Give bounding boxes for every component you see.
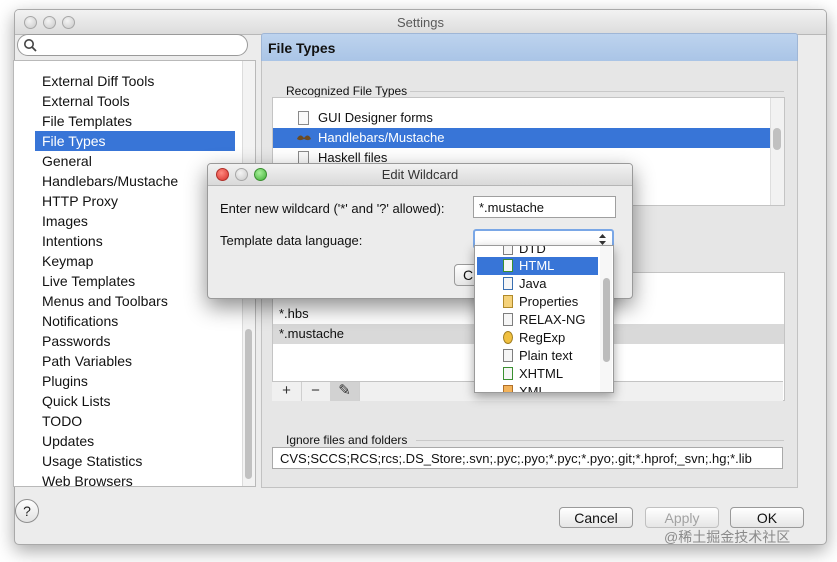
window-title: Settings xyxy=(397,15,444,30)
form-file-icon xyxy=(298,111,309,125)
dtd-file-icon xyxy=(503,246,513,255)
cancel-button[interactable]: Cancel xyxy=(559,507,633,528)
relaxng-file-icon xyxy=(503,313,513,326)
sidebar-item-notifications[interactable]: Notifications xyxy=(14,311,236,331)
template-language-label: Template data language: xyxy=(220,233,363,248)
dialog-titlebar: Edit Wildcard xyxy=(208,164,632,186)
html-file-icon xyxy=(503,259,513,272)
dropdown-scrollbar-thumb[interactable] xyxy=(603,278,610,362)
pencil-icon: ✎ xyxy=(338,382,351,399)
regexp-icon xyxy=(503,331,513,344)
dropdown-item-label: Plain text xyxy=(519,348,573,363)
dropdown-item-label: Properties xyxy=(519,294,579,309)
dropdown-item-label: Java xyxy=(519,276,547,291)
dropdown-item-regexp[interactable]: RegExp xyxy=(475,329,599,347)
sidebar-item-plugins[interactable]: Plugins xyxy=(14,371,236,391)
sidebar-item-keymap[interactable]: Keymap xyxy=(14,251,236,271)
apply-button[interactable]: Apply xyxy=(645,507,719,528)
template-language-dropdown: DTD HTML Java Properties RELAX-NG RegExp… xyxy=(474,245,614,393)
dropdown-item-label: RELAX-NG xyxy=(519,312,586,327)
dropdown-item-properties[interactable]: Properties xyxy=(475,293,599,311)
dropdown-item-java[interactable]: Java xyxy=(475,275,599,293)
xhtml-file-icon xyxy=(503,367,513,380)
dropdown-item-label: XML xyxy=(519,384,546,393)
java-file-icon xyxy=(503,277,513,290)
file-types-scrollbar-thumb[interactable] xyxy=(773,128,781,150)
sidebar-item-path-variables[interactable]: Path Variables xyxy=(14,351,236,371)
dialog-title: Edit Wildcard xyxy=(381,167,459,182)
panel-title: File Types xyxy=(268,40,336,56)
dropdown-item-label: DTD xyxy=(519,245,546,256)
dropdown-item-relax-ng[interactable]: RELAX-NG xyxy=(475,311,599,329)
list-item[interactable]: GUI Designer forms xyxy=(273,108,770,128)
file-type-label: Handlebars/Mustache xyxy=(318,130,445,145)
sidebar-item-http-proxy[interactable]: HTTP Proxy xyxy=(14,191,236,211)
search-icon xyxy=(24,39,37,52)
ignore-files-label: Ignore files and folders xyxy=(286,433,408,447)
search-input[interactable] xyxy=(17,34,248,56)
group-divider xyxy=(410,91,784,92)
sidebar-item-intentions[interactable]: Intentions xyxy=(14,231,236,251)
dropdown-item-html[interactable]: HTML xyxy=(477,257,598,275)
xml-file-icon xyxy=(503,385,513,392)
window-titlebar: Settings xyxy=(15,10,826,35)
dropdown-item-label: HTML xyxy=(519,258,555,273)
sidebar-item-general[interactable]: General xyxy=(14,151,236,171)
group-divider xyxy=(416,440,784,441)
sidebar-item-file-templates[interactable]: File Templates xyxy=(14,111,236,131)
sidebar-item-usage-statistics[interactable]: Usage Statistics xyxy=(14,451,236,471)
sidebar-item-live-templates[interactable]: Live Templates xyxy=(14,271,236,291)
file-types-scrollbar[interactable] xyxy=(770,98,784,205)
dropdown-item-xml[interactable]: XML xyxy=(475,383,599,393)
properties-file-icon xyxy=(503,295,513,308)
sidebar-item-todo[interactable]: TODO xyxy=(14,411,236,431)
edit-pattern-button[interactable]: ✎ xyxy=(330,382,360,401)
sidebar-item-external-tools[interactable]: External Tools xyxy=(14,91,236,111)
sidebar-item-handlebars-mustache[interactable]: Handlebars/Mustache xyxy=(14,171,236,191)
dropdown-item-label: RegExp xyxy=(519,330,566,345)
sidebar-item-updates[interactable]: Updates xyxy=(14,431,236,451)
remove-pattern-button[interactable]: − xyxy=(301,382,331,401)
ok-button[interactable]: OK xyxy=(730,507,804,528)
help-button[interactable]: ? xyxy=(15,499,39,523)
sidebar-item-web-browsers[interactable]: Web Browsers xyxy=(14,471,236,486)
sidebar-scrollbar-thumb[interactable] xyxy=(245,329,252,479)
sidebar-item-quick-lists[interactable]: Quick Lists xyxy=(14,391,236,411)
dropdown-item-plain-text[interactable]: Plain text xyxy=(475,347,599,365)
dropdown-item-xhtml[interactable]: XHTML xyxy=(475,365,599,383)
sidebar-item-passwords[interactable]: Passwords xyxy=(14,331,236,351)
list-item[interactable]: Handlebars/Mustache xyxy=(273,128,770,148)
watermark: @稀土掘金技术社区 xyxy=(664,529,791,545)
sidebar-item-external-diff-tools[interactable]: External Diff Tools xyxy=(14,71,236,91)
panel-header: File Types xyxy=(261,33,798,63)
sidebar-item-menus-and-toolbars[interactable]: Menus and Toolbars xyxy=(14,291,236,311)
recognized-file-types-label: Recognized File Types xyxy=(286,84,408,98)
wildcard-label: Enter new wildcard ('*' and '?' allowed)… xyxy=(220,201,445,216)
sidebar-item-file-types[interactable]: File Types xyxy=(35,131,235,151)
wildcard-input[interactable]: *.mustache xyxy=(473,196,616,218)
text-file-icon xyxy=(503,349,513,362)
dropdown-item-label: XHTML xyxy=(519,366,564,381)
mustache-icon xyxy=(297,135,311,141)
file-type-label: GUI Designer forms xyxy=(318,110,433,125)
sidebar-item-images[interactable]: Images xyxy=(14,211,236,231)
add-pattern-button[interactable]: + xyxy=(272,382,302,401)
ignore-files-field[interactable]: CVS;SCCS;RCS;rcs;.DS_Store;.svn;.pyc;.py… xyxy=(272,447,783,469)
